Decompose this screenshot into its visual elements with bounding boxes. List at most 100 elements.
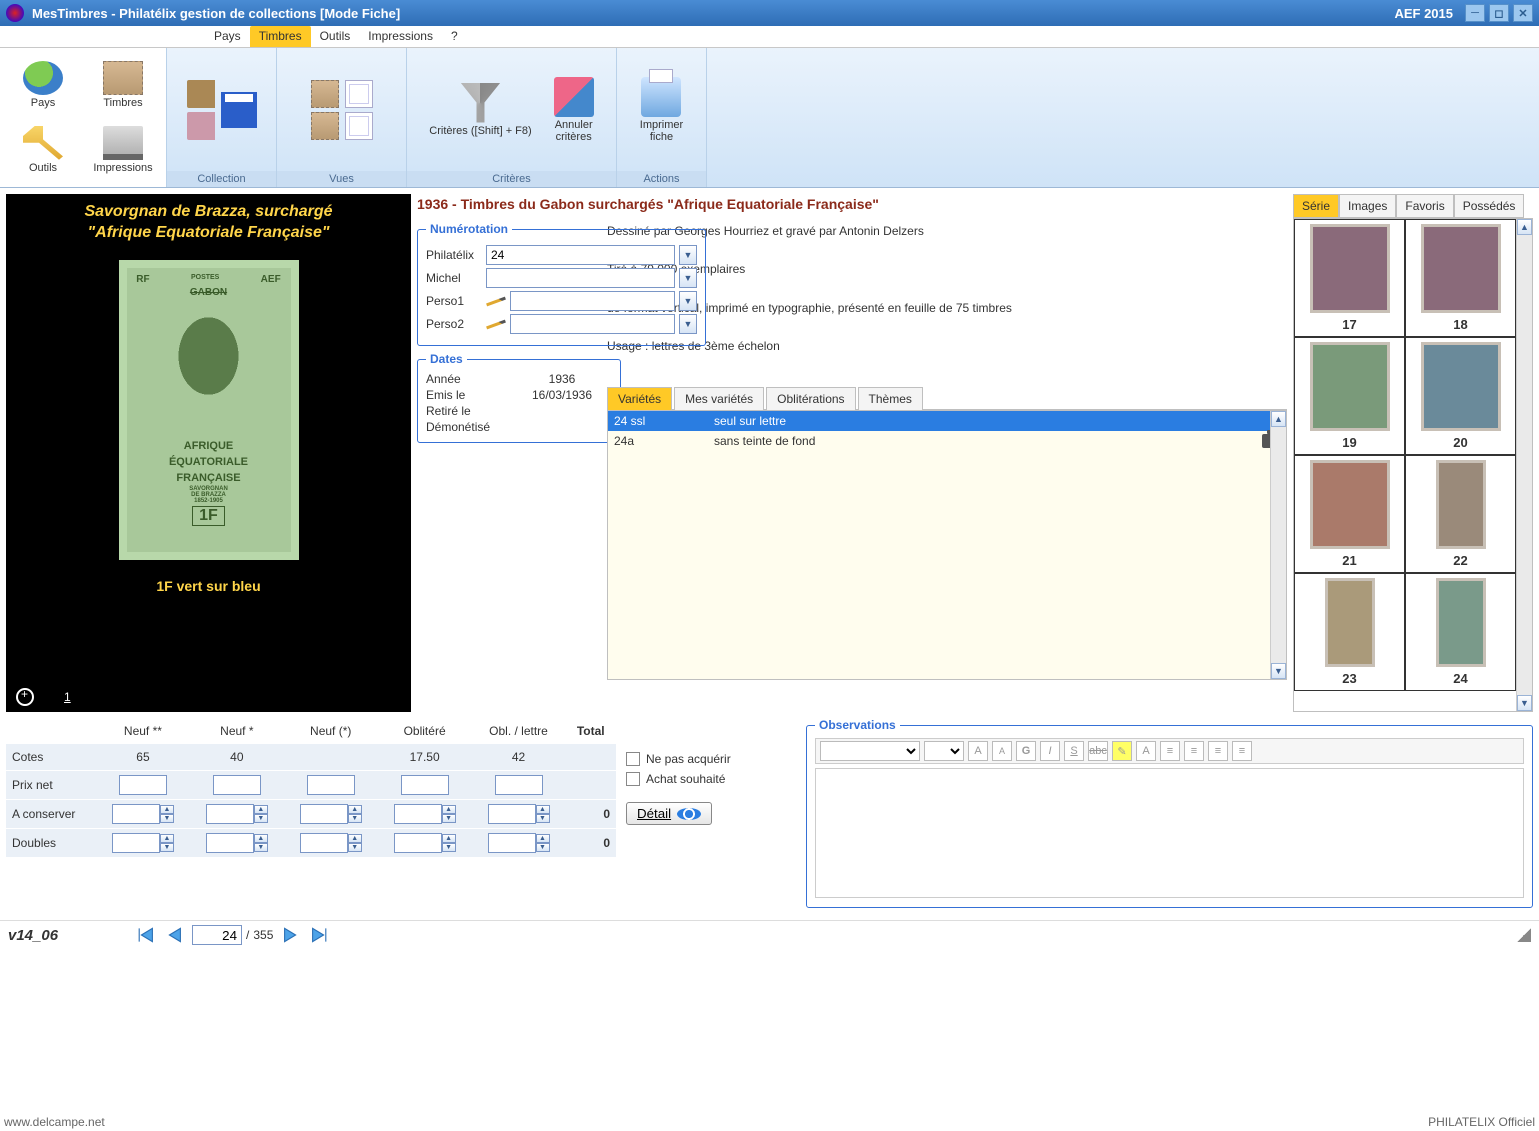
aconserver-input[interactable] [112, 804, 160, 824]
tab-themes[interactable]: Thèmes [858, 387, 923, 410]
prixnet-input[interactable] [213, 775, 261, 795]
prixnet-input[interactable] [119, 775, 167, 795]
thumb-17[interactable]: 17 [1294, 219, 1405, 337]
aconserver-input[interactable] [206, 804, 254, 824]
criteres-button[interactable]: Critères ([Shift] + F8) [421, 79, 539, 141]
highlight-button[interactable]: ✎ [1112, 741, 1132, 761]
tool-impressions[interactable]: Impressions [84, 119, 162, 182]
align-left-button[interactable]: ≡ [1160, 741, 1180, 761]
minimize-button[interactable]: ─ [1465, 4, 1485, 22]
spin-down[interactable]: ▼ [536, 814, 550, 823]
bold-button[interactable]: G [1016, 741, 1036, 761]
nepas-acquerir-checkbox[interactable]: Ne pas acquérir [626, 752, 796, 766]
spin-up[interactable]: ▲ [160, 834, 174, 843]
doubles-input[interactable] [394, 833, 442, 853]
zoom-icon[interactable] [16, 688, 34, 706]
menu-timbres[interactable]: Timbres [250, 26, 311, 47]
nav-first-button[interactable] [136, 925, 160, 945]
nav-current-input[interactable] [192, 925, 242, 945]
thumb-20[interactable]: 20 [1405, 337, 1516, 455]
spin-up[interactable]: ▲ [348, 805, 362, 814]
align-right-button[interactable]: ≡ [1208, 741, 1228, 761]
prixnet-input[interactable] [401, 775, 449, 795]
spin-down[interactable]: ▼ [160, 843, 174, 852]
doubles-input[interactable] [206, 833, 254, 853]
scroll-down-icon[interactable]: ▼ [1271, 663, 1286, 679]
spin-down[interactable]: ▼ [348, 843, 362, 852]
tab-favoris[interactable]: Favoris [1396, 194, 1453, 218]
varietes-scrollbar[interactable]: ▲ ▼ [1270, 411, 1286, 679]
scroll-up-icon[interactable]: ▲ [1517, 219, 1532, 235]
aconserver-input[interactable] [394, 804, 442, 824]
thumb-18[interactable]: 18 [1405, 219, 1516, 337]
strike-button[interactable]: abc [1088, 741, 1108, 761]
resize-grip-icon[interactable] [1517, 928, 1531, 942]
michel-input[interactable] [486, 268, 675, 288]
spin-up[interactable]: ▲ [348, 834, 362, 843]
italic-button[interactable]: I [1040, 741, 1060, 761]
font-grow-button[interactable]: A [968, 741, 988, 761]
perso1-input[interactable] [510, 291, 675, 311]
tab-serie[interactable]: Série [1293, 194, 1339, 218]
spin-down[interactable]: ▼ [160, 814, 174, 823]
spin-down[interactable]: ▼ [254, 843, 268, 852]
prixnet-input[interactable] [307, 775, 355, 795]
collection-alt-icon[interactable] [187, 112, 215, 140]
variete-row-selected[interactable]: 24 ssl seul sur lettre [608, 411, 1286, 431]
aconserver-input[interactable] [488, 804, 536, 824]
doubles-input[interactable] [112, 833, 160, 853]
menu-pays[interactable]: Pays [205, 26, 250, 47]
imprimer-fiche-button[interactable]: Imprimer fiche [632, 73, 691, 147]
perso2-input[interactable] [510, 314, 675, 334]
philatelix-dropdown[interactable]: ▼ [679, 245, 697, 265]
nav-prev-button[interactable] [164, 925, 188, 945]
view-sheet-icon[interactable] [345, 80, 373, 108]
achat-souhaite-checkbox[interactable]: Achat souhaité [626, 772, 796, 786]
menu-help[interactable]: ? [442, 26, 467, 47]
spin-up[interactable]: ▲ [536, 834, 550, 843]
view-grid2-icon[interactable] [311, 112, 339, 140]
spin-up[interactable]: ▲ [254, 805, 268, 814]
tool-outils[interactable]: Outils [4, 119, 82, 182]
spin-up[interactable]: ▲ [442, 805, 456, 814]
perso2-dropdown[interactable]: ▼ [679, 314, 697, 334]
tab-images[interactable]: Images [1339, 194, 1396, 218]
thumb-scrollbar[interactable]: ▲ ▼ [1516, 219, 1532, 711]
tab-possedes[interactable]: Possédés [1454, 194, 1525, 218]
tool-timbres[interactable]: Timbres [84, 54, 162, 117]
align-center-button[interactable]: ≡ [1184, 741, 1204, 761]
view-sheet2-icon[interactable] [345, 112, 373, 140]
doubles-input[interactable] [300, 833, 348, 853]
thumb-22[interactable]: 22 [1405, 455, 1516, 573]
doubles-input[interactable] [488, 833, 536, 853]
nav-last-button[interactable] [305, 925, 329, 945]
nav-next-button[interactable] [277, 925, 301, 945]
save-icon[interactable] [221, 92, 257, 128]
tab-mes-varietes[interactable]: Mes variétés [674, 387, 764, 410]
thumb-19[interactable]: 19 [1294, 337, 1405, 455]
spin-down[interactable]: ▼ [442, 814, 456, 823]
spin-down[interactable]: ▼ [536, 843, 550, 852]
font-family-select[interactable] [820, 741, 920, 761]
font-size-select[interactable] [924, 741, 964, 761]
underline-button[interactable]: S [1064, 741, 1084, 761]
spin-up[interactable]: ▲ [160, 805, 174, 814]
aconserver-input[interactable] [300, 804, 348, 824]
font-shrink-button[interactable]: A [992, 741, 1012, 761]
spin-down[interactable]: ▼ [442, 843, 456, 852]
variete-row[interactable]: 24a sans teinte de fond [608, 431, 1286, 451]
spin-up[interactable]: ▲ [254, 834, 268, 843]
prixnet-input[interactable] [495, 775, 543, 795]
michel-dropdown[interactable]: ▼ [679, 268, 697, 288]
maximize-button[interactable]: ◻ [1489, 4, 1509, 22]
spin-up[interactable]: ▲ [536, 805, 550, 814]
detail-button[interactable]: Détail [626, 802, 712, 825]
font-color-button[interactable]: A [1136, 741, 1156, 761]
thumb-24[interactable]: 24 [1405, 573, 1516, 691]
tab-varietes[interactable]: Variétés [607, 387, 672, 410]
thumb-23[interactable]: 23 [1294, 573, 1405, 691]
align-justify-button[interactable]: ≡ [1232, 741, 1252, 761]
thumb-21[interactable]: 21 [1294, 455, 1405, 573]
observations-textarea[interactable] [815, 768, 1524, 898]
spin-down[interactable]: ▼ [348, 814, 362, 823]
